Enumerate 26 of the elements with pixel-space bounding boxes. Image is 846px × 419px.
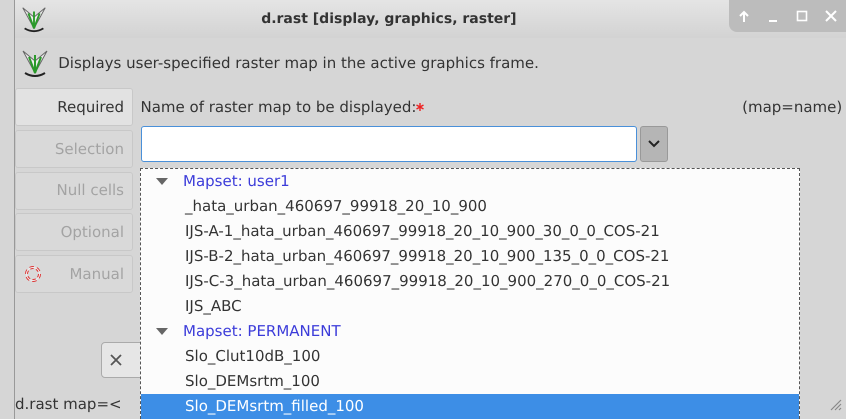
map-item[interactable]: Slo_DEMsrtm_100 bbox=[141, 369, 799, 394]
map-item[interactable]: IJS-A-1_hata_urban_460697_99918_20_10_900_30_0_0_COS-21 bbox=[141, 219, 799, 244]
window-title: d.rast [display, graphics, raster] bbox=[260, 10, 518, 28]
close-icon[interactable] bbox=[824, 9, 838, 23]
lifebuoy-icon bbox=[24, 265, 42, 283]
mapset-group[interactable]: Mapset: user1 bbox=[141, 169, 799, 194]
resize-grip-icon bbox=[828, 397, 842, 411]
up-arrow-icon[interactable] bbox=[737, 9, 751, 23]
status-text: d.rast map=< bbox=[15, 394, 122, 415]
tab[interactable]: Required bbox=[15, 88, 133, 126]
description-text: Displays user-specified raster map in the active graphics frame. bbox=[58, 52, 539, 74]
mapset-group[interactable]: Mapset: PERMANENT bbox=[141, 319, 799, 344]
field-label: Name of raster map to be displayed: bbox=[140, 96, 416, 118]
expander-arrow-icon[interactable] bbox=[156, 328, 168, 336]
map-name-input[interactable] bbox=[140, 126, 636, 162]
dropdown-button[interactable] bbox=[640, 126, 668, 162]
expander-arrow-icon[interactable] bbox=[156, 178, 168, 186]
close-icon bbox=[110, 354, 122, 366]
maximize-icon[interactable] bbox=[795, 9, 809, 23]
parameter-key: (map=name) bbox=[742, 96, 842, 118]
map-item[interactable]: IJS-B-2_hata_urban_460697_99918_20_10_900_135_0_0_COS-21 bbox=[141, 244, 799, 269]
map-item[interactable]: _hata_urban_460697_99918_20_10_900 bbox=[141, 194, 799, 219]
chevron-down-icon bbox=[647, 138, 662, 148]
map-item[interactable]: IJS-C-3_hata_urban_460697_99918_20_10_900_270_0_0_COS-21 bbox=[141, 269, 799, 294]
map-item[interactable]: IJS_ABC bbox=[141, 294, 799, 319]
map-item[interactable]: Slo_Clut10dB_100 bbox=[141, 344, 799, 369]
